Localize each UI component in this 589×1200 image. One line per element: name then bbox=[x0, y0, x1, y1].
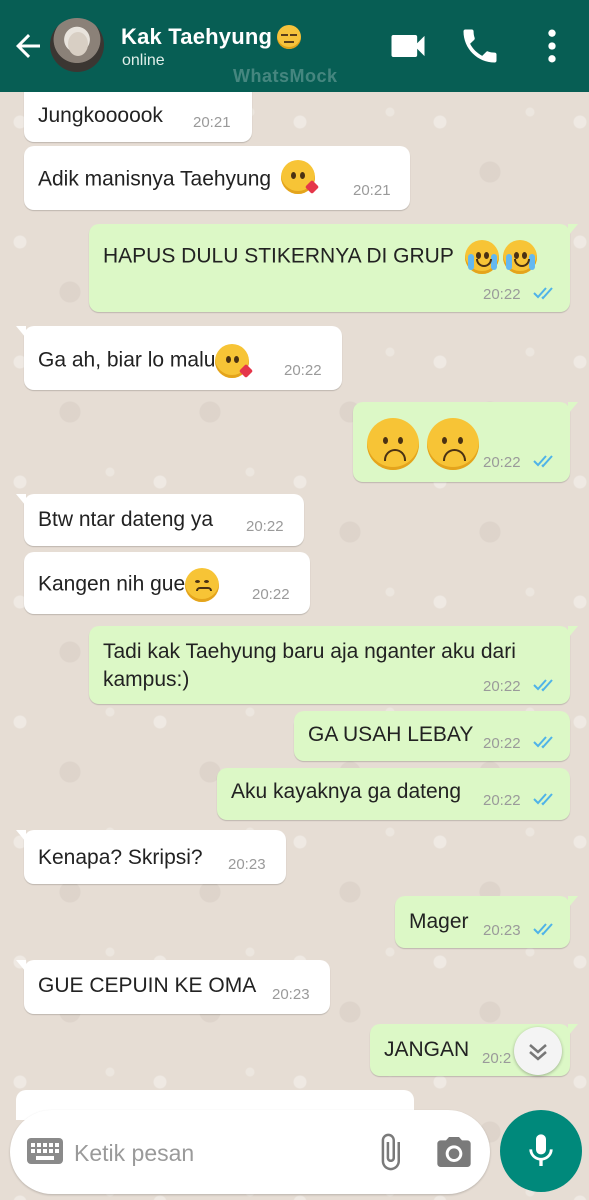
message-time: 20:22 bbox=[284, 362, 322, 379]
message-time: 20:22 bbox=[483, 454, 521, 471]
mic-icon bbox=[529, 1134, 553, 1166]
message-text: Mager bbox=[409, 910, 469, 933]
kissing-face-icon bbox=[280, 160, 320, 195]
pensive-face-icon bbox=[185, 568, 220, 602]
message-text: Tadi kak Taehyung baru aja nganter aku d… bbox=[103, 638, 516, 694]
message-text-content: HAPUS DULU STIKERNYA DI GRUP bbox=[103, 244, 454, 268]
video-call-icon[interactable] bbox=[386, 24, 430, 68]
message-incoming[interactable]: Jungkoooook 20:21 bbox=[24, 88, 252, 142]
message-time: 20:23 bbox=[228, 856, 266, 873]
message-incoming[interactable]: Kangen nih gue 20:22 bbox=[24, 552, 310, 614]
message-text-content: Kangen nih gue bbox=[38, 572, 186, 596]
read-ticks-icon bbox=[533, 923, 553, 936]
message-outgoing[interactable]: 20:22 bbox=[353, 402, 578, 482]
message-text: Kangen nih gue bbox=[38, 568, 220, 602]
read-ticks-icon bbox=[533, 736, 553, 749]
message-text: Aku kayaknya ga dateng bbox=[231, 780, 461, 803]
watermark: WhatsMock bbox=[233, 66, 338, 86]
message-outgoing[interactable]: HAPUS DULU STIKERNYA DI GRUP 20:22 bbox=[89, 224, 578, 312]
phone-icon[interactable] bbox=[458, 24, 502, 68]
attach-icon[interactable] bbox=[370, 1132, 410, 1172]
upside-down-face-icon bbox=[426, 418, 479, 470]
message-time: 20:22 bbox=[483, 678, 521, 695]
message-time: 20:23 bbox=[272, 986, 310, 1003]
read-ticks-icon bbox=[533, 679, 553, 692]
camera-icon[interactable] bbox=[434, 1132, 474, 1172]
contact-avatar[interactable] bbox=[50, 18, 104, 72]
message-outgoing[interactable]: Mager 20:23 bbox=[395, 896, 578, 948]
message-time: 20:22 bbox=[252, 586, 290, 603]
message-time: 20:22 bbox=[483, 286, 521, 303]
message-composer bbox=[10, 1110, 490, 1194]
kissing-face-icon bbox=[215, 344, 254, 379]
message-text: GA USAH LEBAY bbox=[308, 723, 474, 746]
message-input[interactable] bbox=[72, 1130, 356, 1176]
message-text: JANGAN bbox=[384, 1038, 470, 1061]
message-text: Adik manisnya Taehyung bbox=[38, 160, 320, 195]
message-outgoing[interactable]: GA USAH LEBAY 20:22 bbox=[294, 711, 570, 761]
message-incoming[interactable]: GUE CEPUIN KE OMA 20:23 bbox=[16, 960, 330, 1014]
message-text-line: Tadi kak Taehyung baru aja nganter aku d… bbox=[103, 640, 516, 663]
crying-face-icon bbox=[465, 240, 500, 274]
keyboard-icon[interactable] bbox=[26, 1136, 64, 1166]
message-time: 20:2 bbox=[482, 1050, 512, 1067]
message-time: 20:21 bbox=[193, 114, 231, 131]
message-text: Btw ntar dateng ya bbox=[38, 508, 214, 531]
message-text-content: Ga ah, biar lo malu bbox=[38, 348, 216, 372]
message-text: HAPUS DULU STIKERNYA DI GRUP bbox=[103, 240, 538, 274]
message-incoming[interactable]: Btw ntar dateng ya 20:22 bbox=[16, 494, 304, 546]
scroll-down-button[interactable] bbox=[514, 1027, 562, 1075]
crying-face-icon bbox=[503, 240, 538, 274]
expressionless-face-icon bbox=[277, 25, 301, 49]
double-chevron-down-icon bbox=[529, 1044, 547, 1061]
message-time: 20:22 bbox=[483, 792, 521, 809]
message-text: Ga ah, biar lo malu bbox=[38, 344, 254, 379]
mic-button[interactable] bbox=[500, 1110, 582, 1192]
message-text-content: Adik manisnya Taehyung bbox=[38, 167, 272, 191]
message-text: GUE CEPUIN KE OMA bbox=[38, 974, 257, 997]
upside-down-face-icon bbox=[367, 418, 419, 470]
chat-header: Kak Taehyung online WhatsMock bbox=[0, 0, 589, 92]
contact-status: online bbox=[122, 52, 165, 69]
message-outgoing[interactable]: Aku kayaknya ga dateng 20:22 bbox=[217, 768, 570, 820]
message-incoming[interactable]: Adik manisnya Taehyung 20:21 bbox=[24, 146, 410, 210]
message-time: 20:22 bbox=[483, 735, 521, 752]
message-outgoing[interactable]: Tadi kak Taehyung baru aja nganter aku d… bbox=[89, 626, 578, 704]
message-time: 20:21 bbox=[353, 182, 391, 199]
read-ticks-icon bbox=[533, 287, 553, 300]
message-text bbox=[367, 418, 479, 470]
read-ticks-icon bbox=[533, 455, 553, 468]
message-text-line: kampus:) bbox=[103, 668, 190, 691]
message-incoming[interactable]: Kenapa? Skripsi? 20:23 bbox=[16, 830, 286, 884]
message-time: 20:23 bbox=[483, 922, 521, 939]
message-text: Jungkoooook bbox=[38, 104, 163, 127]
message-time: 20:22 bbox=[246, 518, 284, 535]
back-arrow-icon[interactable] bbox=[10, 28, 46, 64]
more-vert-icon[interactable] bbox=[530, 24, 574, 68]
message-incoming[interactable]: Ga ah, biar lo malu 20:22 bbox=[16, 326, 342, 390]
read-ticks-icon bbox=[533, 793, 553, 806]
message-text: Kenapa? Skripsi? bbox=[38, 846, 203, 869]
contact-name[interactable]: Kak Taehyung bbox=[121, 24, 272, 50]
